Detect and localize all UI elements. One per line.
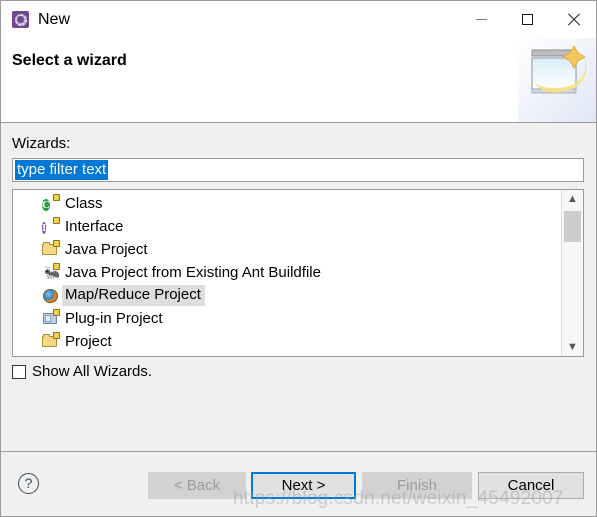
window-title: New [38,10,71,28]
filter-input-value: type filter text [15,160,109,180]
chevron-up-icon[interactable]: ▲ [562,190,583,208]
show-all-wizards-row[interactable]: Show All Wizards. [12,363,152,380]
tree-item-project[interactable]: Project [13,330,561,353]
title-bar: New [1,1,596,38]
tree-item-java-project[interactable]: Java Project [13,238,561,261]
back-button[interactable]: < Back [148,472,246,499]
wizards-label: Wizards: [12,135,71,152]
eclipse-new-icon [12,11,29,28]
tree-item-label: Java Project from Existing Ant Buildfile [65,263,321,281]
tree-item-label: Interface [65,217,124,235]
maximize-icon [521,14,533,25]
dialog-header: Select a wizard [1,38,596,123]
tree-item-label: Java Project [65,240,148,258]
new-wizard-dialog: New Select a wizard Wizards: type filter… [0,0,597,517]
minimize-icon [475,19,487,20]
tree-scrollbar[interactable]: ▲ ▼ [561,190,583,356]
close-button[interactable] [550,1,596,38]
tree-item-label: Class [65,194,103,212]
tree-item-interface[interactable]: I Interface [13,215,561,238]
tree-item-map-reduce-project[interactable]: Map/Reduce Project [13,284,561,307]
filter-input[interactable]: type filter text [12,158,584,182]
tree-item-label: Project [65,332,112,350]
plugin-project-icon [42,310,59,327]
show-all-wizards-checkbox[interactable] [12,364,26,379]
dialog-body: Wizards: type filter text C Class I Inte… [1,123,596,451]
java-interface-icon: I [42,222,47,234]
map-reduce-icon [42,287,59,304]
scrollbar-thumb[interactable] [564,211,581,242]
tree-item-label: Map/Reduce Project [62,285,205,306]
maximize-button[interactable] [504,1,550,38]
page-title: Select a wizard [12,52,127,69]
watermark: https://blog.csdn.net/weixin_45492007 [233,488,564,509]
java-project-icon [42,241,59,258]
project-icon [42,333,59,350]
chevron-down-icon[interactable]: ▼ [562,338,583,356]
close-icon [567,13,580,26]
show-all-wizards-label: Show All Wizards. [32,363,153,380]
tree-item-ant-buildfile[interactable]: 🐜 Java Project from Existing Ant Buildfi… [13,261,561,284]
minimize-button[interactable] [458,1,504,38]
tree-item-label: Plug-in Project [65,309,163,327]
ant-buildfile-icon: 🐜 [44,265,61,280]
wizard-tree[interactable]: C Class I Interface Java Project 🐜 Java … [12,189,584,357]
java-class-icon: C [42,199,50,211]
window-controls [458,1,596,38]
tree-item-plugin-project[interactable]: Plug-in Project [13,307,561,330]
wizard-banner-icon [518,38,596,122]
tree-item-class[interactable]: C Class [13,192,561,215]
wizard-tree-list: C Class I Interface Java Project 🐜 Java … [13,192,561,353]
help-icon[interactable]: ? [18,473,39,494]
